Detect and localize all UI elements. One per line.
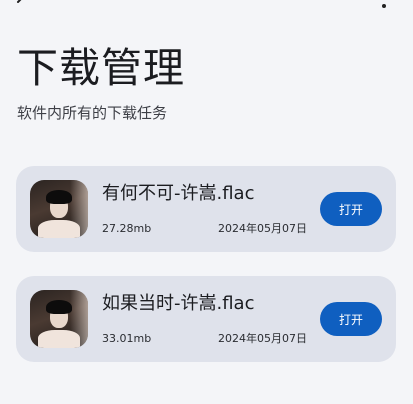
download-size: 33.01mb — [102, 332, 152, 345]
page-title: 下载管理 — [17, 44, 185, 92]
open-button[interactable]: 打开 — [320, 302, 382, 336]
download-title: 有何不可-许嵩.flac — [102, 183, 255, 204]
back-arrow-icon[interactable] — [16, 0, 28, 8]
download-date: 2024年05月07日 — [218, 332, 307, 345]
page-subtitle: 软件内所有的下载任务 — [17, 104, 168, 122]
more-vertical-icon[interactable] — [380, 0, 388, 10]
album-cover — [30, 290, 88, 348]
open-button[interactable]: 打开 — [320, 192, 382, 226]
download-title: 如果当时-许嵩.flac — [102, 293, 255, 314]
album-cover — [30, 180, 88, 238]
download-size: 27.28mb — [102, 222, 152, 235]
download-item[interactable]: 有何不可-许嵩.flac 27.28mb 2024年05月07日 打开 — [16, 166, 396, 252]
download-date: 2024年05月07日 — [218, 222, 307, 235]
top-app-bar — [0, 0, 413, 10]
download-item[interactable]: 如果当时-许嵩.flac 33.01mb 2024年05月07日 打开 — [16, 276, 396, 362]
